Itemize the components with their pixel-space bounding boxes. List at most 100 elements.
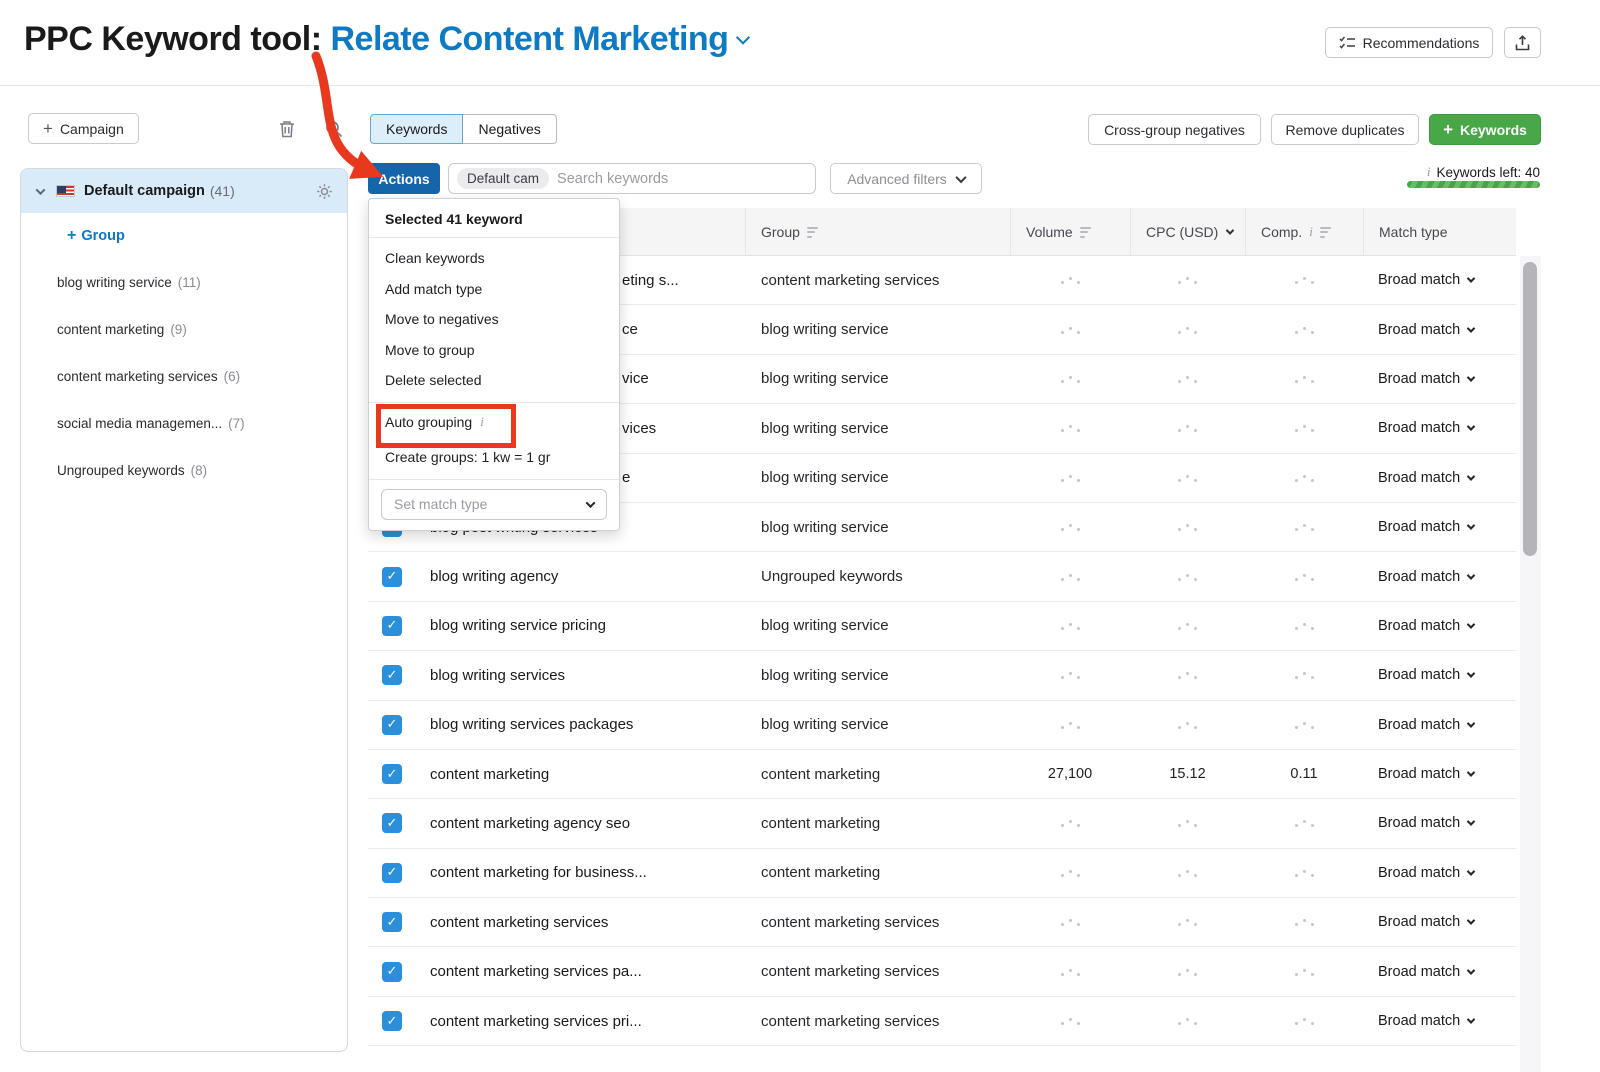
row-checkbox[interactable]: ✓ (382, 616, 402, 636)
row-checkbox[interactable]: ✓ (382, 863, 402, 883)
match-type-label: Broad match (1378, 815, 1460, 831)
sidebar-group-item[interactable]: social media managemen... (7) (21, 400, 347, 447)
comp-cell (1245, 569, 1363, 585)
row-checkbox[interactable]: ✓ (382, 962, 402, 982)
keyword-cell: content marketing services pri... (430, 1013, 745, 1030)
add-keywords-button[interactable]: + Keywords (1429, 114, 1541, 145)
group-label: blog writing service (57, 275, 172, 290)
comp-cell (1245, 1013, 1363, 1029)
export-button[interactable] (1504, 27, 1541, 58)
volume-cell (1010, 371, 1130, 387)
add-campaign-label: Campaign (60, 121, 124, 137)
menu-item[interactable]: Move to negatives (369, 304, 619, 335)
row-checkbox[interactable]: ✓ (382, 715, 402, 735)
table-row: ✓ blog writing services packages blog wr… (368, 701, 1516, 750)
match-type-dropdown[interactable]: Broad match (1363, 322, 1516, 338)
comp-cell (1245, 865, 1363, 881)
add-campaign-button[interactable]: + Campaign (28, 113, 139, 144)
match-type-dropdown[interactable]: Broad match (1363, 618, 1516, 634)
header-comp[interactable]: Comp. i (1245, 208, 1363, 256)
match-type-dropdown[interactable]: Broad match (1363, 766, 1516, 782)
sidebar-group-item[interactable]: content marketing services (6) (21, 353, 347, 400)
row-checkbox[interactable]: ✓ (382, 665, 402, 685)
sort-icon (1320, 227, 1331, 238)
keyword-cell: blog writing services packages (430, 716, 745, 733)
group-cell: blog writing service (745, 321, 1010, 338)
menu-item[interactable]: Clean keywords (369, 243, 619, 274)
group-cell: blog writing service (745, 519, 1010, 536)
match-type-dropdown[interactable]: Broad match (1363, 865, 1516, 881)
set-match-type-select[interactable]: Set match type (381, 489, 607, 520)
chevron-down-icon (1467, 324, 1475, 332)
keywords-negatives-tabs: Keywords Negatives (370, 114, 557, 144)
volume-cell (1010, 618, 1130, 634)
match-type-label: Broad match (1378, 569, 1460, 585)
campaign-title-dropdown[interactable]: Relate Content Marketing (330, 20, 728, 58)
row-checkbox[interactable]: ✓ (382, 1011, 402, 1031)
match-type-label: Broad match (1378, 964, 1460, 980)
match-type-dropdown[interactable]: Broad match (1363, 914, 1516, 930)
row-checkbox[interactable]: ✓ (382, 567, 402, 587)
match-type-dropdown[interactable]: Broad match (1363, 420, 1516, 436)
match-type-label: Broad match (1378, 667, 1460, 683)
match-type-dropdown[interactable]: Broad match (1363, 717, 1516, 733)
header-match-type: Match type (1363, 208, 1516, 256)
menu-item[interactable]: Add match type (369, 274, 619, 305)
check-icon: ✓ (387, 1014, 398, 1029)
check-icon: ✓ (387, 816, 398, 831)
campaign-filter-pill[interactable]: Default cam (457, 168, 549, 189)
remove-duplicates-button[interactable]: Remove duplicates (1271, 114, 1419, 145)
chevron-down-icon (1467, 719, 1475, 727)
comp-cell (1245, 371, 1363, 387)
sidebar-group-item[interactable]: Ungrouped keywords (8) (21, 447, 347, 494)
trash-icon[interactable] (276, 118, 298, 140)
sidebar-item-default-campaign[interactable]: Default campaign (41) (21, 169, 347, 213)
add-group-link[interactable]: + Group (21, 213, 347, 259)
group-cell: blog writing service (745, 469, 1010, 486)
chevron-down-icon (1467, 373, 1475, 381)
match-type-dropdown[interactable]: Broad match (1363, 1013, 1516, 1029)
match-type-dropdown[interactable]: Broad match (1363, 470, 1516, 486)
actions-button[interactable]: Actions (368, 163, 440, 194)
tab-negatives[interactable]: Negatives (463, 114, 556, 144)
row-checkbox[interactable]: ✓ (382, 764, 402, 784)
cpc-cell (1130, 420, 1245, 436)
match-type-dropdown[interactable]: Broad match (1363, 667, 1516, 683)
chevron-down-icon[interactable] (36, 185, 46, 195)
group-count: (11) (178, 275, 201, 290)
volume-cell (1010, 420, 1130, 436)
tab-keywords[interactable]: Keywords (370, 114, 463, 144)
scrollbar-thumb[interactable] (1523, 262, 1537, 556)
row-checkbox[interactable]: ✓ (382, 813, 402, 833)
recommendations-button[interactable]: Recommendations (1325, 27, 1493, 58)
header-group[interactable]: Group (745, 208, 1010, 256)
menu-item[interactable]: Move to group (369, 335, 619, 366)
search-keywords-input[interactable]: Default cam Search keywords (448, 163, 816, 194)
sidebar-group-item[interactable]: blog writing service (11) (21, 259, 347, 306)
group-cell: blog writing service (745, 617, 1010, 634)
match-type-dropdown[interactable]: Broad match (1363, 371, 1516, 387)
cross-group-negatives-button[interactable]: Cross-group negatives (1088, 114, 1261, 145)
table-row: ✓ blog writing agency Ungrouped keywords… (368, 552, 1516, 601)
volume-cell (1010, 272, 1130, 288)
volume-cell: 27,100 (1010, 766, 1130, 782)
chevron-down-icon[interactable] (736, 31, 750, 45)
match-type-dropdown[interactable]: Broad match (1363, 519, 1516, 535)
match-type-dropdown[interactable]: Broad match (1363, 815, 1516, 831)
match-type-dropdown[interactable]: Broad match (1363, 569, 1516, 585)
menu-item[interactable]: Delete selected (369, 365, 619, 396)
match-type-dropdown[interactable]: Broad match (1363, 272, 1516, 288)
header-cpc[interactable]: CPC (USD) (1130, 208, 1245, 256)
advanced-filters-button[interactable]: Advanced filters (830, 163, 982, 194)
check-icon: ✓ (387, 964, 398, 979)
row-checkbox[interactable]: ✓ (382, 912, 402, 932)
search-icon[interactable] (323, 118, 345, 140)
sidebar-group-item[interactable]: content marketing (9) (21, 306, 347, 353)
gear-icon[interactable] (316, 183, 333, 200)
match-type-dropdown[interactable]: Broad match (1363, 964, 1516, 980)
header-volume[interactable]: Volume (1010, 208, 1130, 256)
sort-icon (807, 227, 818, 238)
match-type-label: Broad match (1378, 371, 1460, 387)
volume-cell (1010, 569, 1130, 585)
cpc-cell (1130, 569, 1245, 585)
